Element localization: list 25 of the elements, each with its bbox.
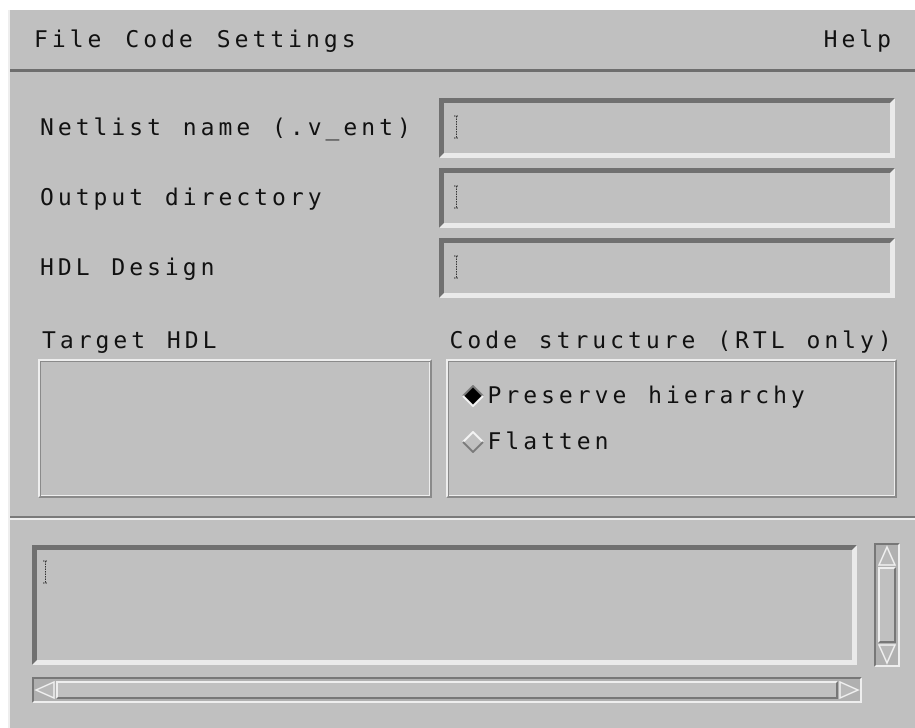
help-menu[interactable]: Help: [824, 26, 895, 52]
text-cursor-icon: [43, 560, 48, 584]
scroll-thumb[interactable]: [56, 681, 838, 699]
field-label: HDL Design: [40, 255, 218, 281]
vertical-scrollbar[interactable]: [874, 543, 900, 667]
horizontal-scrollbar[interactable]: [32, 677, 862, 703]
radio-diamond-icon[interactable]: [462, 385, 484, 407]
radio-option[interactable]: Preserve hierarchy: [462, 383, 881, 409]
group-title: Target HDL: [41, 327, 222, 356]
text-area[interactable]: [32, 545, 857, 665]
text-field[interactable]: [439, 168, 895, 228]
group-title: Code structure (RTL only): [448, 327, 897, 356]
menu-item[interactable]: Code: [125, 26, 197, 52]
menu-item[interactable]: Settings: [216, 26, 360, 52]
scroll-thumb[interactable]: [878, 567, 896, 643]
radio-diamond-icon[interactable]: [462, 431, 484, 453]
radio-option[interactable]: Flatten: [462, 429, 881, 455]
menu-item[interactable]: File: [34, 26, 106, 52]
text-cursor-icon: [454, 255, 459, 279]
text-cursor-icon: [454, 185, 459, 209]
text-cursor-icon: [454, 115, 459, 139]
field-label: Netlist name (.v_ent): [40, 115, 415, 141]
text-field[interactable]: [439, 98, 895, 158]
field-label: Output directory: [40, 185, 326, 211]
text-field[interactable]: [439, 238, 895, 298]
